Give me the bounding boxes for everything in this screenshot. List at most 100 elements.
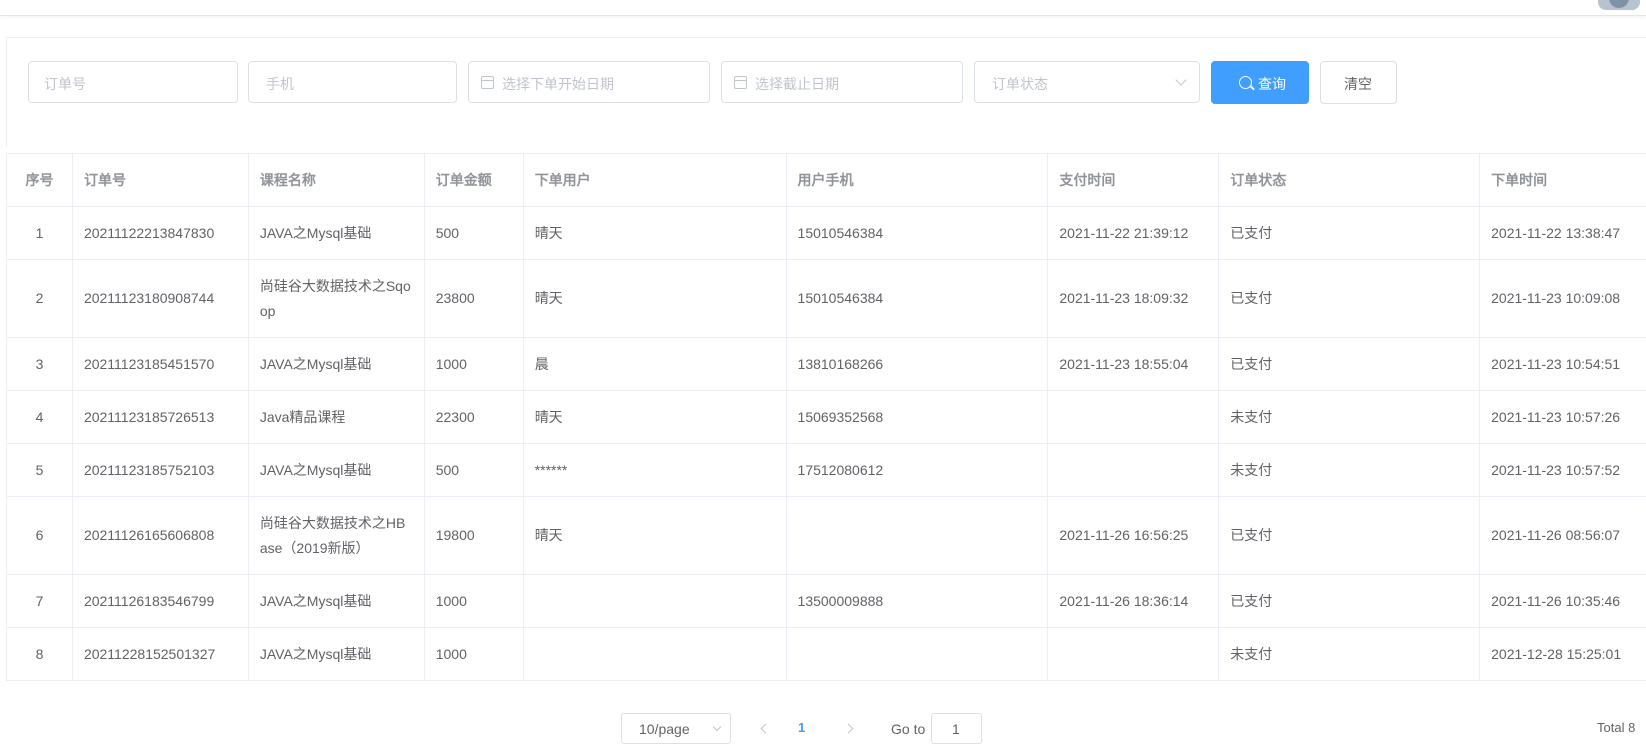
- query-button[interactable]: 查询: [1211, 61, 1309, 104]
- start-date-placeholder: 选择下单开始日期: [502, 76, 614, 92]
- cell-pay-time: [1048, 391, 1220, 443]
- chevron-down-icon: [712, 722, 722, 732]
- cell-index: 6: [7, 497, 73, 574]
- cell-order-no: 20211126165606808: [73, 497, 249, 574]
- cell-order-time: 2021-11-26 10:35:46: [1491, 592, 1621, 609]
- cell-index: 4: [7, 391, 73, 443]
- cell-order-time: 2021-11-26 08:56:07: [1491, 527, 1621, 543]
- cell-phone: 13810168266: [787, 338, 1049, 390]
- cell-phone: 15010546384: [787, 260, 1049, 337]
- cell-amount: 1000: [425, 628, 524, 680]
- cell-course: 尚硅谷大数据技术之Sqoop: [249, 260, 425, 337]
- cell-phone: 13500009888: [787, 575, 1049, 627]
- cell-amount: 23800: [425, 260, 524, 337]
- cell-course: JAVA之Mysql基础: [249, 207, 425, 259]
- pager-page-1[interactable]: 1: [798, 720, 805, 735]
- cell-index: 3: [7, 338, 73, 390]
- cell-amount: 1000: [425, 575, 524, 627]
- cell-index: 7: [7, 575, 73, 627]
- table-row[interactable]: 5 20211123185752103 JAVA之Mysql基础 500 ***…: [7, 444, 1646, 497]
- cell-order-time: 2021-11-23 10:57:52: [1491, 461, 1621, 478]
- cell-course: JAVA之Mysql基础: [249, 338, 425, 390]
- calendar-icon: [734, 76, 747, 89]
- cell-order-no: 20211123185752103: [73, 444, 249, 496]
- column-header: 用户手机: [787, 154, 1049, 206]
- cell-amount: 500: [425, 444, 524, 496]
- cell-order-no: 20211123180908744: [73, 260, 249, 337]
- cell-user: ******: [524, 444, 787, 496]
- cell-index: 2: [7, 260, 73, 337]
- cell-order-no: 20211123185451570: [73, 338, 249, 390]
- cell-order-time: 2021-11-23 10:54:51: [1491, 355, 1621, 372]
- cell-user: 晴天: [524, 497, 787, 574]
- start-date-picker[interactable]: 选择下单开始日期: [468, 61, 710, 103]
- goto-label: Go to: [891, 721, 926, 737]
- order-no-input[interactable]: 订单号: [28, 61, 238, 103]
- cell-course: 尚硅谷大数据技术之HBase（2019新版）: [249, 497, 425, 574]
- column-header: 订单号: [73, 154, 249, 206]
- goto-page-input[interactable]: 1: [931, 713, 982, 744]
- column-header: 课程名称: [249, 154, 425, 206]
- column-header: 下单时间: [1491, 171, 1548, 188]
- cell-user: 晴天: [524, 391, 787, 443]
- cell-phone: 17512080612: [787, 444, 1049, 496]
- cell-pay-time: [1048, 628, 1220, 680]
- table-row[interactable]: 6 20211126165606808 尚硅谷大数据技术之HBase（2019新…: [7, 497, 1646, 575]
- query-button-label: 查询: [1258, 76, 1286, 92]
- table-row[interactable]: 7 20211126183546799 JAVA之Mysql基础 1000 13…: [7, 575, 1646, 628]
- table-row[interactable]: 8 20211228152501327 JAVA之Mysql基础 1000 未支…: [7, 628, 1646, 681]
- column-header: 订单状态: [1219, 154, 1481, 206]
- table-row[interactable]: 3 20211123185451570 JAVA之Mysql基础 1000 晨 …: [7, 338, 1646, 391]
- table-header-row: 序号 订单号 课程名称 订单金额 下单用户 用户手机 支付时间 订单状态 下单时…: [7, 154, 1646, 207]
- table-row[interactable]: 4 20211123185726513 Java精品课程 22300 晴天 15…: [7, 391, 1646, 444]
- user-avatar[interactable]: [1598, 0, 1640, 10]
- phone-placeholder: 手机: [266, 76, 294, 92]
- status-select[interactable]: 订单状态: [974, 61, 1200, 103]
- cell-amount: 22300: [425, 391, 524, 443]
- chevron-right-icon[interactable]: [843, 723, 854, 734]
- column-header: 订单金额: [425, 154, 524, 206]
- end-date-picker[interactable]: 选择截止日期: [721, 61, 963, 103]
- cell-phone: 15069352568: [787, 391, 1049, 443]
- top-bar: [0, 0, 1646, 16]
- cell-status: 已支付: [1219, 207, 1481, 259]
- cell-status: 未支付: [1219, 391, 1481, 443]
- clear-button[interactable]: 清空: [1320, 61, 1397, 104]
- order-no-placeholder: 订单号: [44, 76, 86, 92]
- cell-pay-time: 2021-11-23 18:09:32: [1048, 260, 1220, 337]
- cell-status: 已支付: [1219, 338, 1481, 390]
- cell-user: 晨: [524, 338, 787, 390]
- cell-order-time: 2021-11-22 13:38:47: [1491, 224, 1621, 241]
- calendar-icon: [481, 76, 494, 89]
- cell-order-time: 2021-11-23 10:09:08: [1491, 290, 1621, 306]
- phone-input[interactable]: 手机: [248, 61, 457, 103]
- cell-user: 晴天: [524, 207, 787, 259]
- cell-pay-time: 2021-11-26 18:36:14: [1048, 575, 1220, 627]
- cell-index: 8: [7, 628, 73, 680]
- clear-button-label: 清空: [1344, 76, 1372, 92]
- cell-phone: [787, 628, 1049, 680]
- column-header: 支付时间: [1048, 154, 1220, 206]
- cell-order-time: 2021-12-28 15:25:01: [1491, 645, 1622, 662]
- table-row[interactable]: 1 20211122213847830 JAVA之Mysql基础 500 晴天 …: [7, 207, 1646, 260]
- cell-index: 5: [7, 444, 73, 496]
- cell-amount: 1000: [425, 338, 524, 390]
- cell-course: JAVA之Mysql基础: [249, 444, 425, 496]
- cell-order-time: 2021-11-23 10:57:26: [1491, 408, 1621, 425]
- cell-status: 未支付: [1219, 444, 1481, 496]
- end-date-placeholder: 选择截止日期: [755, 76, 839, 92]
- cell-order-no: 20211122213847830: [73, 207, 249, 259]
- column-header: 序号: [7, 154, 73, 206]
- status-placeholder: 订单状态: [992, 76, 1048, 92]
- cell-course: Java精品课程: [249, 391, 425, 443]
- total-count: Total 8: [1597, 720, 1636, 735]
- page-size-label: 10/page: [639, 721, 690, 737]
- column-header: 下单用户: [524, 154, 787, 206]
- page-size-select[interactable]: 10/page: [621, 713, 731, 744]
- orders-table: 序号 订单号 课程名称 订单金额 下单用户 用户手机 支付时间 订单状态 下单时…: [6, 153, 1646, 681]
- chevron-down-icon: [1175, 74, 1187, 86]
- chevron-left-icon[interactable]: [760, 723, 771, 734]
- cell-status: 已支付: [1219, 497, 1481, 574]
- table-row[interactable]: 2 20211123180908744 尚硅谷大数据技术之Sqoop 23800…: [7, 260, 1646, 338]
- cell-phone: 15010546384: [787, 207, 1049, 259]
